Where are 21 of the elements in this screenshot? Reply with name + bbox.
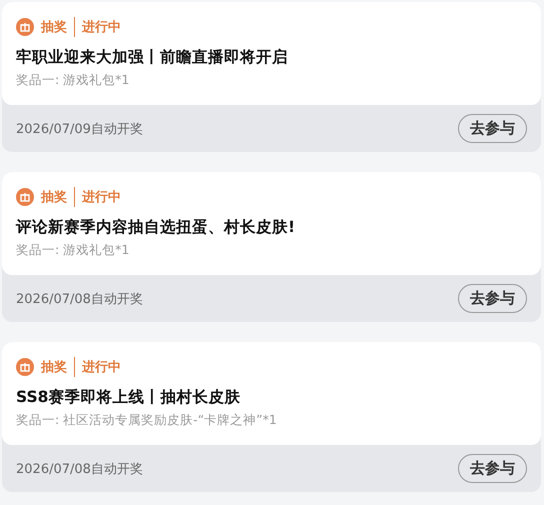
card-title: SS8赛季即将上线丨抽村长皮肤 <box>16 387 242 408</box>
prize-text: 奖品一: 游戏礼包*1 <box>16 72 130 89</box>
draw-date: 2026/07/08自动开奖 <box>16 290 143 308</box>
prize-text: 奖品一: 社区活动专属奖励皮肤-“卡牌之神”*1 <box>16 412 278 429</box>
lottery-tag: 抽奖 <box>41 188 67 206</box>
gift-icon <box>16 18 34 36</box>
status-label: 进行中 <box>82 19 121 36</box>
gift-icon <box>16 358 34 376</box>
status-label: 进行中 <box>82 189 121 206</box>
draw-date: 2026/07/08自动开奖 <box>16 460 143 478</box>
lottery-tag: 抽奖 <box>41 18 67 36</box>
join-button[interactable]: 去参与 <box>458 454 527 483</box>
join-button[interactable]: 去参与 <box>458 114 527 143</box>
status-label: 进行中 <box>82 359 121 376</box>
draw-date: 2026/07/09自动开奖 <box>16 120 143 138</box>
gift-icon <box>16 188 34 206</box>
lottery-tag: 抽奖 <box>41 358 67 376</box>
card-title: 评论新赛季内容抽自选扭蛋、村长皮肤! <box>16 217 296 238</box>
prize-text: 奖品一: 游戏礼包*1 <box>16 242 130 259</box>
card-title: 牢职业迎来大加强丨前瞻直播即将开启 <box>16 47 289 68</box>
join-button[interactable]: 去参与 <box>458 284 527 313</box>
